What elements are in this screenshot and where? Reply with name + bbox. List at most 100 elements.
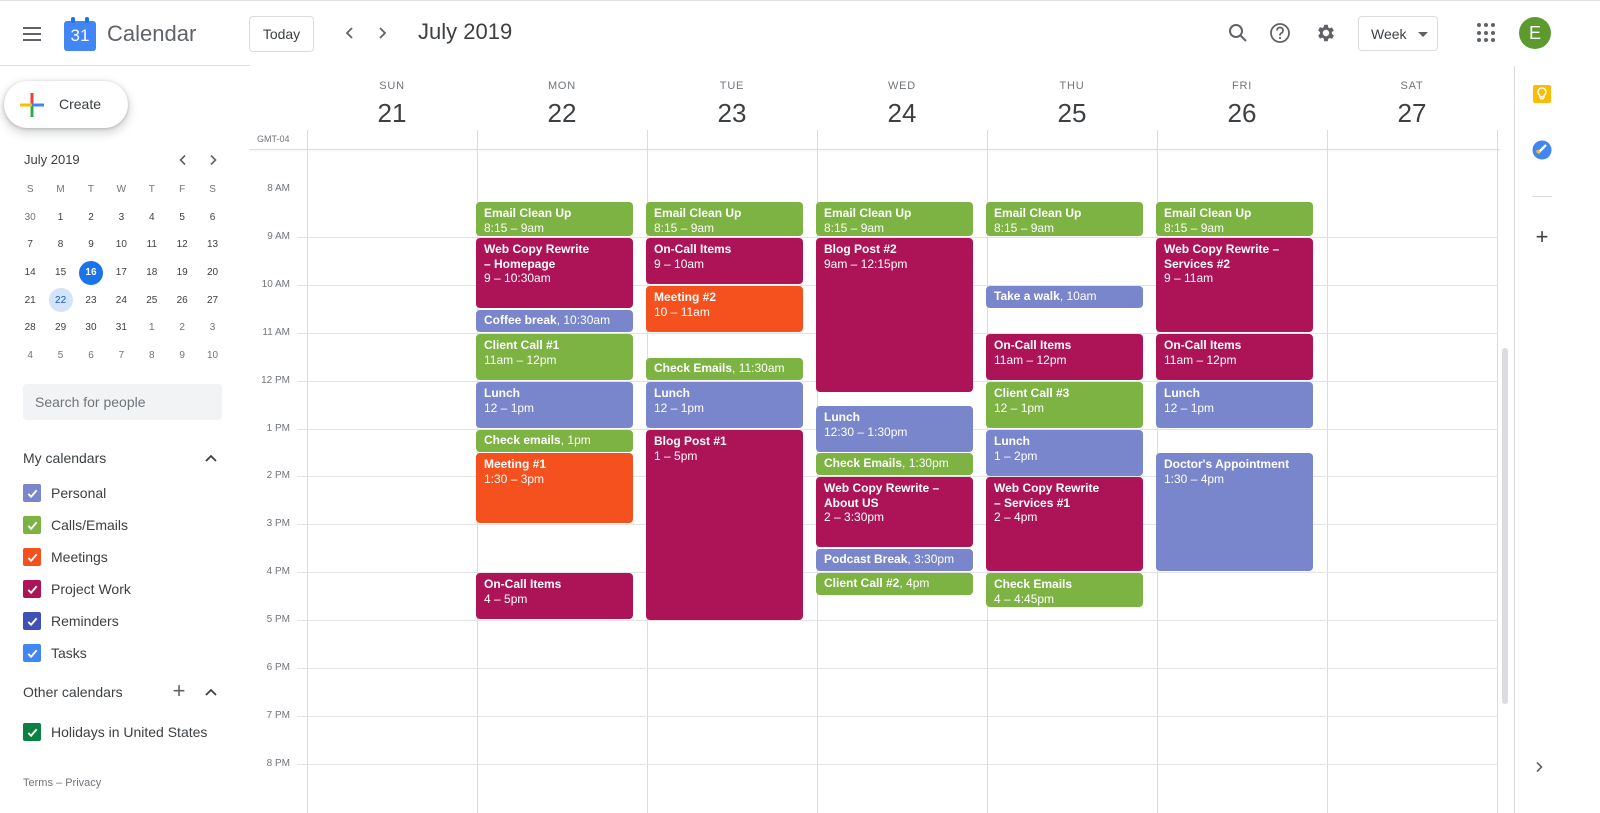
calendar-item[interactable]: Personal <box>23 481 106 505</box>
day-header[interactable]: WED 24 <box>817 80 987 129</box>
calendar-event[interactable]: Take a walk, 10am <box>986 286 1143 308</box>
mini-calendar-day[interactable]: 19 <box>167 259 197 287</box>
checkbox-checked-icon[interactable] <box>23 580 41 598</box>
mini-calendar-day[interactable]: 17 <box>106 259 136 287</box>
mini-calendar-day[interactable]: 7 <box>15 231 45 259</box>
mini-calendar-day[interactable]: 7 <box>106 342 136 370</box>
calendar-event[interactable]: Check Emails, 11:30am <box>646 358 803 380</box>
mini-calendar-day[interactable]: 21 <box>15 286 45 314</box>
account-avatar[interactable]: E <box>1519 17 1551 49</box>
other-calendars-heading[interactable]: Other calendars <box>23 684 123 700</box>
calendar-event[interactable]: Email Clean Up 8:15 – 9am <box>816 202 973 236</box>
day-number[interactable]: 26 <box>1157 98 1327 129</box>
calendar-event[interactable]: Lunch 12 – 1pm <box>646 382 803 428</box>
day-number[interactable]: 24 <box>817 98 987 129</box>
calendar-event[interactable]: On-Call Items 11am – 12pm <box>986 334 1143 380</box>
day-header[interactable]: SUN 21 <box>307 80 477 129</box>
calendar-event[interactable]: Email Clean Up 8:15 – 9am <box>1156 202 1313 236</box>
calendar-event[interactable]: Client Call #3 12 – 1pm <box>986 382 1143 428</box>
calendar-event[interactable]: Podcast Break, 3:30pm <box>816 549 973 571</box>
mini-calendar-day[interactable]: 8 <box>137 342 167 370</box>
checkbox-checked-icon[interactable] <box>23 723 41 741</box>
next-period-button[interactable] <box>368 19 396 47</box>
mini-calendar-day[interactable]: 9 <box>76 231 106 259</box>
mini-calendar-day[interactable]: 20 <box>197 259 227 287</box>
calendar-event[interactable]: Web Copy Rewrite – Services #2 9 – 11am <box>1156 238 1313 332</box>
calendar-event[interactable]: Blog Post #2 9am – 12:15pm <box>816 238 973 392</box>
day-number[interactable]: 23 <box>647 98 817 129</box>
day-number[interactable]: 22 <box>477 98 647 129</box>
day-number[interactable]: 25 <box>987 98 1157 129</box>
calendar-item[interactable]: Reminders <box>23 609 119 633</box>
calendar-item[interactable]: Calls/Emails <box>23 513 128 537</box>
mini-calendar-day[interactable]: 15 <box>45 259 75 287</box>
mini-calendar-day[interactable]: 5 <box>167 204 197 232</box>
mini-calendar-day[interactable]: 23 <box>76 286 106 314</box>
calendar-event[interactable]: Email Clean Up 8:15 – 9am <box>646 202 803 236</box>
expand-side-panel-button[interactable] <box>1533 760 1545 778</box>
help-button[interactable] <box>1262 15 1298 51</box>
mini-calendar-day[interactable]: 4 <box>137 204 167 232</box>
calendar-event[interactable]: On-Call Items 9 – 10am <box>646 238 803 284</box>
calendar-item[interactable]: Meetings <box>23 545 108 569</box>
calendar-item[interactable]: Tasks <box>23 641 87 665</box>
checkbox-checked-icon[interactable] <box>23 612 41 630</box>
google-apps-button[interactable] <box>1477 23 1497 43</box>
mini-calendar-day[interactable]: 26 <box>167 286 197 314</box>
mini-calendar-day[interactable]: 2 <box>167 314 197 342</box>
day-number[interactable]: 27 <box>1327 98 1497 129</box>
calendar-event[interactable]: Email Clean Up 8:15 – 9am <box>986 202 1143 236</box>
mini-calendar-day[interactable]: 3 <box>106 204 136 232</box>
mini-calendar-day[interactable]: 16 <box>76 259 106 287</box>
today-button[interactable]: Today <box>249 16 314 52</box>
day-number[interactable]: 21 <box>307 98 477 129</box>
grid-scrollbar[interactable] <box>1502 348 1508 704</box>
calendar-event[interactable]: Coffee break, 10:30am <box>476 310 633 332</box>
mini-calendar-day[interactable]: 18 <box>137 259 167 287</box>
terms-link[interactable]: Terms <box>23 777 53 789</box>
mini-calendar-day[interactable]: 25 <box>137 286 167 314</box>
mini-calendar-day[interactable]: 1 <box>137 314 167 342</box>
get-addons-button[interactable]: + <box>1531 226 1553 248</box>
search-people-input[interactable] <box>23 384 222 420</box>
mini-calendar-day[interactable]: 28 <box>15 314 45 342</box>
mini-calendar-day[interactable]: 9 <box>167 342 197 370</box>
mini-calendar-day[interactable]: 22 <box>45 286 75 314</box>
search-button[interactable] <box>1220 15 1256 51</box>
calendar-event[interactable]: Lunch 12 – 1pm <box>476 382 633 428</box>
calendar-event[interactable]: On-Call Items 11am – 12pm <box>1156 334 1313 380</box>
mini-calendar-day[interactable]: 10 <box>106 231 136 259</box>
add-other-calendar-button[interactable]: + <box>168 680 190 703</box>
collapse-other-calendars-button[interactable] <box>199 680 223 704</box>
mini-calendar-day[interactable]: 24 <box>106 286 136 314</box>
mini-calendar-day[interactable]: 27 <box>197 286 227 314</box>
calendar-event[interactable]: Web Copy Rewrite – Homepage 9 – 10:30am <box>476 238 633 308</box>
calendar-event[interactable]: Check Emails, 1:30pm <box>816 453 973 475</box>
mini-calendar-day[interactable]: 29 <box>45 314 75 342</box>
mini-calendar-day[interactable]: 30 <box>76 314 106 342</box>
mini-calendar-day[interactable]: 4 <box>15 342 45 370</box>
previous-period-button[interactable] <box>336 19 364 47</box>
day-header[interactable]: THU 25 <box>987 80 1157 129</box>
mini-calendar-day[interactable]: 11 <box>137 231 167 259</box>
view-selector[interactable]: Week <box>1358 16 1438 51</box>
mini-calendar-day[interactable]: 6 <box>76 342 106 370</box>
mini-calendar-day[interactable]: 5 <box>45 342 75 370</box>
calendar-event[interactable]: Meeting #2 10 – 11am <box>646 286 803 332</box>
mini-calendar-prev-button[interactable] <box>171 148 195 172</box>
privacy-link[interactable]: Privacy <box>65 777 101 789</box>
mini-calendar-day[interactable]: 2 <box>76 204 106 232</box>
calendar-event[interactable]: Lunch 1 – 2pm <box>986 430 1143 476</box>
calendar-event[interactable]: Doctor's Appointment 1:30 – 4pm <box>1156 453 1313 571</box>
my-calendars-heading[interactable]: My calendars <box>23 450 106 466</box>
mini-calendar-day[interactable]: 13 <box>197 231 227 259</box>
checkbox-checked-icon[interactable] <box>23 516 41 534</box>
calendar-event[interactable]: Client Call #1 11am – 12pm <box>476 334 633 380</box>
collapse-my-calendars-button[interactable] <box>199 446 223 470</box>
mini-calendar-day[interactable]: 3 <box>197 314 227 342</box>
checkbox-checked-icon[interactable] <box>23 644 41 662</box>
mini-calendar-day[interactable]: 12 <box>167 231 197 259</box>
calendar-event[interactable]: Client Call #2, 4pm <box>816 573 973 595</box>
day-header[interactable]: FRI 26 <box>1157 80 1327 129</box>
calendar-event[interactable]: Lunch 12:30 – 1:30pm <box>816 406 973 452</box>
